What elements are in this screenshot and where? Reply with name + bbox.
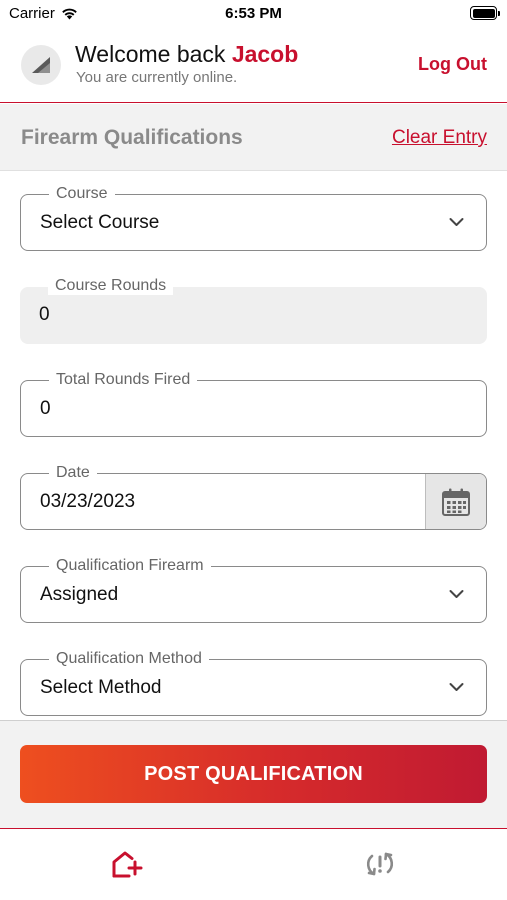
- battery-icon: [470, 6, 500, 20]
- total-rounds-input[interactable]: Total Rounds Fired 0: [20, 371, 487, 437]
- chevron-down-icon: [449, 218, 464, 226]
- page-title: Firearm Qualifications: [21, 126, 243, 149]
- tab-bar: [0, 830, 507, 900]
- signal-logo-icon: [32, 57, 50, 73]
- course-select[interactable]: Course Select Course: [20, 185, 487, 251]
- tab-home[interactable]: [107, 844, 147, 884]
- firearm-select[interactable]: Qualification Firearm Assigned: [20, 557, 487, 623]
- status-time: 6:53 PM: [225, 5, 282, 22]
- chevron-down-icon: [449, 590, 464, 598]
- logout-button[interactable]: Log Out: [418, 54, 487, 75]
- app-header: Welcome back Jacob You are currently onl…: [0, 26, 507, 103]
- sync-alert-icon: [366, 852, 394, 876]
- clear-entry-link[interactable]: Clear Entry: [392, 127, 487, 149]
- action-footer: POST QUALIFICATION: [0, 721, 507, 829]
- date-label: Date: [49, 464, 97, 482]
- method-select[interactable]: Qualification Method Select Method: [20, 650, 487, 716]
- section-bar: Firearm Qualifications Clear Entry: [0, 104, 507, 171]
- user-name: Jacob: [231, 41, 299, 67]
- firearm-label: Qualification Firearm: [49, 557, 211, 575]
- welcome-prefix: Welcome back: [75, 41, 232, 67]
- date-input[interactable]: Date 03/23/2023: [20, 464, 487, 530]
- welcome-message: Welcome back Jacob: [75, 41, 298, 68]
- method-value: Select Method: [40, 677, 162, 698]
- calendar-icon: [442, 488, 470, 516]
- course-value: Select Course: [40, 212, 160, 233]
- course-rounds-value: 0: [39, 304, 50, 325]
- firearm-value: Assigned: [40, 584, 119, 605]
- online-status: You are currently online.: [76, 69, 238, 86]
- home-add-icon: [112, 851, 143, 878]
- course-label: Course: [49, 185, 115, 203]
- total-rounds-value: 0: [40, 398, 51, 419]
- course-rounds-field: Course Rounds 0: [20, 277, 487, 344]
- status-bar: Carrier 6:53 PM: [0, 0, 507, 26]
- avatar: [21, 45, 61, 85]
- tab-sync[interactable]: [360, 844, 400, 884]
- calendar-button[interactable]: [425, 474, 486, 529]
- post-qualification-button[interactable]: POST QUALIFICATION: [20, 745, 487, 803]
- total-rounds-label: Total Rounds Fired: [49, 371, 198, 389]
- date-value: 03/23/2023: [40, 491, 136, 512]
- chevron-down-icon: [449, 683, 464, 691]
- course-rounds-label: Course Rounds: [48, 277, 174, 295]
- method-label: Qualification Method: [49, 650, 209, 668]
